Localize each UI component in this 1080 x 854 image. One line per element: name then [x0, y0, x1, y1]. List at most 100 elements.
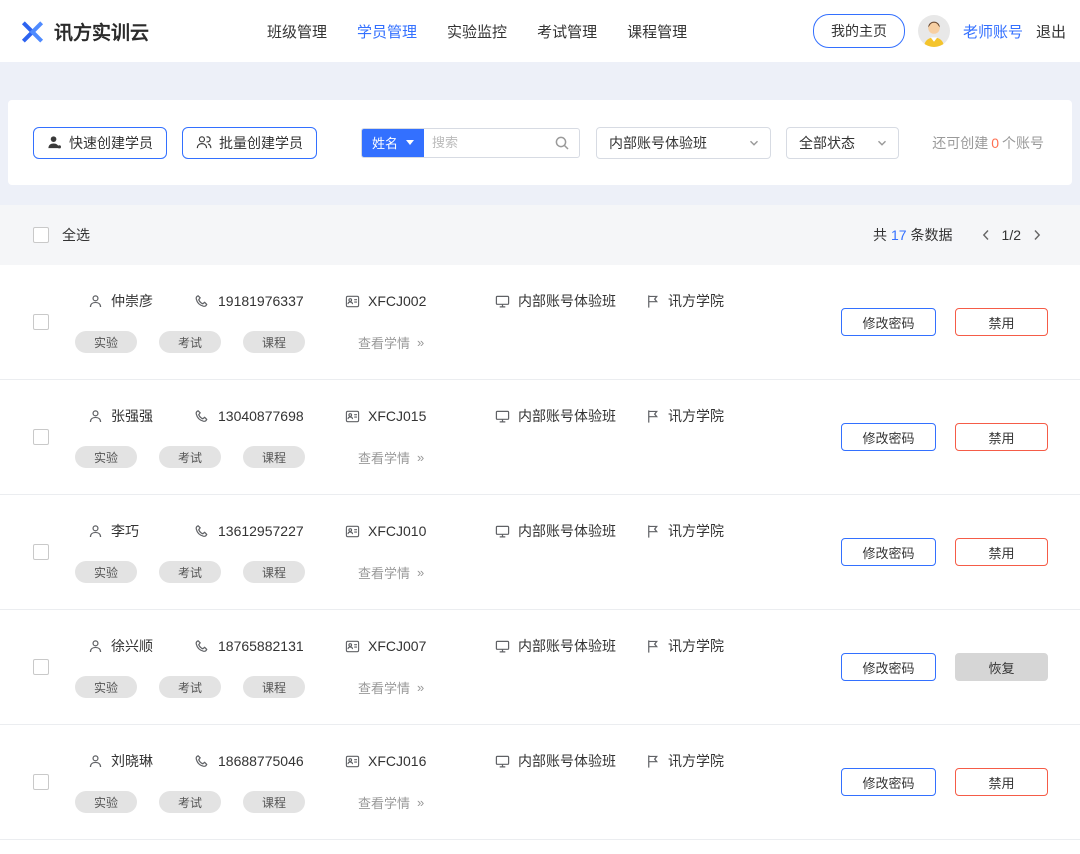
view-study-label: 查看学情 [358, 333, 410, 352]
tags: 实验 考试 课程 [75, 446, 358, 468]
quick-create-student-button[interactable]: 快速创建学员 [33, 127, 167, 159]
view-study-label: 查看学情 [358, 448, 410, 467]
list-header: 全选 共17条数据 1/2 [0, 205, 1080, 265]
row-checkbox[interactable] [33, 659, 49, 675]
search-field-label: 姓名 [372, 133, 398, 152]
tag-course[interactable]: 课程 [243, 791, 305, 813]
student-class: 内部账号体验班 [518, 521, 616, 541]
student-name: 徐兴顺 [111, 636, 153, 656]
change-password-button[interactable]: 修改密码 [841, 308, 936, 336]
my-homepage-button[interactable]: 我的主页 [813, 14, 905, 48]
id-card-icon [345, 754, 360, 769]
tag-exam[interactable]: 考试 [159, 446, 221, 468]
search-input[interactable] [424, 135, 552, 150]
select-all-checkbox[interactable] [33, 227, 49, 243]
toggle-status-button[interactable]: 禁用 [955, 538, 1048, 566]
view-study-link[interactable]: 查看学情 » [358, 678, 424, 697]
student-name: 仲崇彦 [111, 291, 153, 311]
row-actions: 修改密码 恢复 [841, 653, 1048, 681]
toggle-status-button[interactable]: 恢复 [955, 653, 1048, 681]
row-info-line: 李巧 13612957227 XFCJ010 内部账号体验班 讯方学院 [88, 521, 841, 541]
nav-item-student-management[interactable]: 学员管理 [357, 21, 417, 42]
people-icon [196, 135, 212, 150]
view-study-link[interactable]: 查看学情 » [358, 333, 424, 352]
tag-exam[interactable]: 考试 [159, 791, 221, 813]
student-class: 内部账号体验班 [518, 636, 616, 656]
row-tags-line: 实验 考试 课程 查看学情 » [75, 676, 841, 698]
student-phone: 19181976337 [218, 293, 304, 309]
tag-exam[interactable]: 考试 [159, 331, 221, 353]
view-study-link[interactable]: 查看学情 » [358, 793, 424, 812]
nav-item-course-management[interactable]: 课程管理 [627, 21, 687, 42]
double-arrow-icon: » [417, 680, 424, 695]
nav-item-experiment-monitor[interactable]: 实验监控 [447, 21, 507, 42]
search-group: 姓名 [361, 128, 580, 158]
select-all-label: 全选 [62, 225, 90, 245]
change-password-button[interactable]: 修改密码 [841, 538, 936, 566]
change-password-button[interactable]: 修改密码 [841, 768, 936, 796]
row-info-line: 刘晓琳 18688775046 XFCJ016 内部账号体验班 讯方学院 [88, 751, 841, 771]
tag-course[interactable]: 课程 [243, 676, 305, 698]
tag-course[interactable]: 课程 [243, 331, 305, 353]
nav-item-exam-management[interactable]: 考试管理 [537, 21, 597, 42]
next-page-icon[interactable] [1030, 227, 1044, 243]
school-flag-icon [645, 409, 660, 424]
chevron-down-icon [876, 137, 888, 149]
row-info-line: 张强强 13040877698 XFCJ015 内部账号体验班 讯方学院 [88, 406, 841, 426]
row-checkbox[interactable] [33, 314, 49, 330]
toggle-status-button[interactable]: 禁用 [955, 308, 1048, 336]
logout-link[interactable]: 退出 [1036, 21, 1066, 42]
tag-experiment[interactable]: 实验 [75, 446, 137, 468]
view-study-link[interactable]: 查看学情 » [358, 448, 424, 467]
tag-experiment[interactable]: 实验 [75, 331, 137, 353]
avatar[interactable] [918, 15, 950, 47]
nav-item-class-management[interactable]: 班级管理 [267, 21, 327, 42]
class-filter-select[interactable]: 内部账号体验班 [596, 127, 771, 159]
tag-course[interactable]: 课程 [243, 561, 305, 583]
id-card-icon [345, 639, 360, 654]
page-indicator: 1/2 [1002, 227, 1021, 243]
row-checkbox[interactable] [33, 544, 49, 560]
student-phone: 13040877698 [218, 408, 304, 424]
change-password-button[interactable]: 修改密码 [841, 653, 936, 681]
search-icon[interactable] [552, 135, 579, 151]
header-right: 我的主页 老师账号 退出 [813, 14, 1066, 48]
student-account-cell: XFCJ007 [345, 638, 495, 654]
batch-create-student-button[interactable]: 批量创建学员 [182, 127, 317, 159]
tag-course[interactable]: 课程 [243, 446, 305, 468]
row-actions: 修改密码 禁用 [841, 308, 1048, 336]
student-phone: 18688775046 [218, 753, 304, 769]
view-study-link[interactable]: 查看学情 » [358, 563, 424, 582]
row-checkbox[interactable] [33, 429, 49, 445]
student-college-cell: 讯方学院 [645, 636, 841, 656]
school-flag-icon [645, 294, 660, 309]
row-tags-line: 实验 考试 课程 查看学情 » [75, 331, 841, 353]
student-phone: 18765882131 [218, 638, 304, 654]
view-study-label: 查看学情 [358, 678, 410, 697]
row-actions: 修改密码 禁用 [841, 538, 1048, 566]
change-password-button[interactable]: 修改密码 [841, 423, 936, 451]
summary-prefix: 共 [873, 227, 887, 243]
student-name-cell: 李巧 [88, 521, 195, 541]
row-checkbox[interactable] [33, 774, 49, 790]
student-class-cell: 内部账号体验班 [495, 406, 645, 426]
brand-name: 讯方实训云 [54, 18, 149, 45]
tag-experiment[interactable]: 实验 [75, 676, 137, 698]
row-actions: 修改密码 禁用 [841, 768, 1048, 796]
toggle-status-button[interactable]: 禁用 [955, 768, 1048, 796]
tag-experiment[interactable]: 实验 [75, 791, 137, 813]
tag-exam[interactable]: 考试 [159, 676, 221, 698]
search-field-selector[interactable]: 姓名 [362, 128, 424, 158]
id-card-icon [345, 294, 360, 309]
summary-suffix: 条数据 [911, 227, 953, 243]
toggle-status-button[interactable]: 禁用 [955, 423, 1048, 451]
tag-experiment[interactable]: 实验 [75, 561, 137, 583]
tags: 实验 考试 课程 [75, 791, 358, 813]
account-name[interactable]: 老师账号 [963, 21, 1023, 42]
status-filter-select[interactable]: 全部状态 [786, 127, 899, 159]
tags: 实验 考试 课程 [75, 676, 358, 698]
double-arrow-icon: » [417, 335, 424, 350]
double-arrow-icon: » [417, 565, 424, 580]
prev-page-icon[interactable] [979, 227, 993, 243]
tag-exam[interactable]: 考试 [159, 561, 221, 583]
